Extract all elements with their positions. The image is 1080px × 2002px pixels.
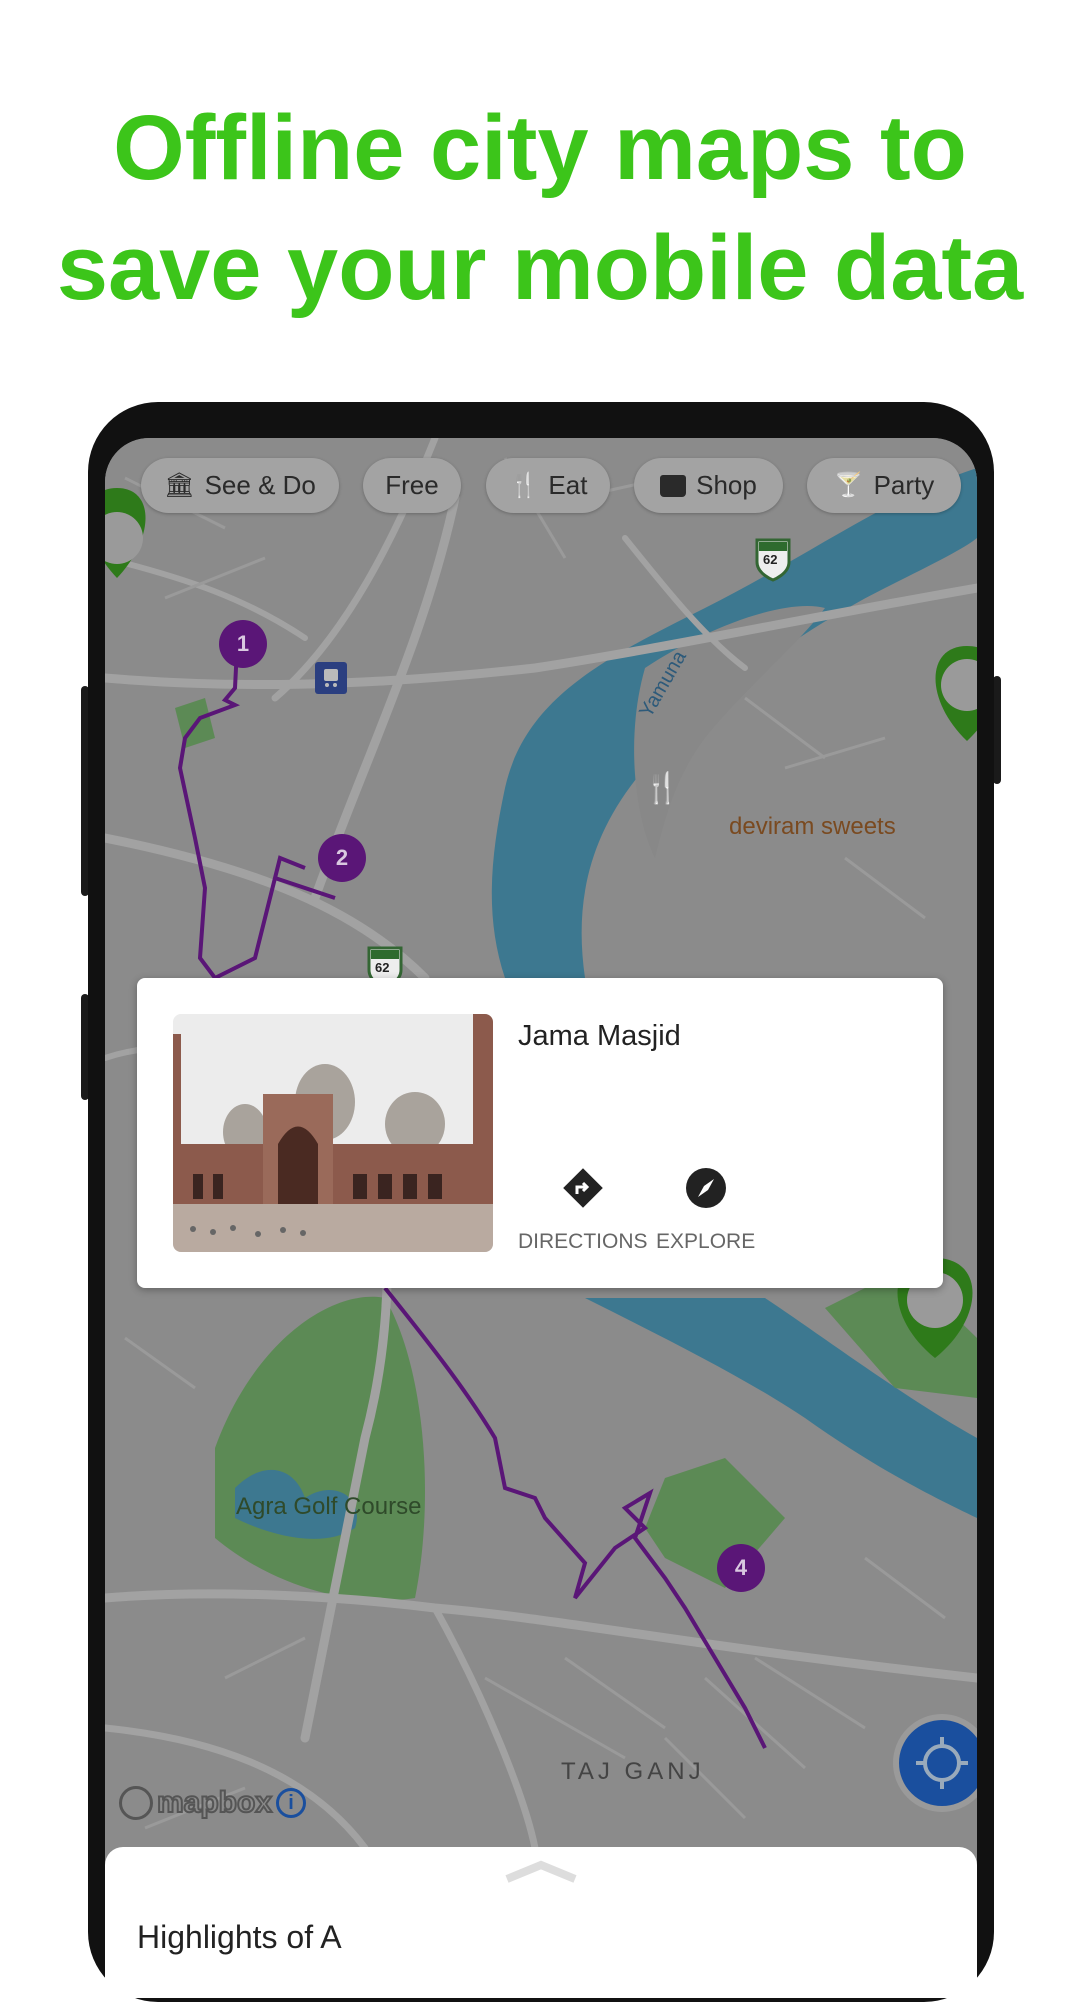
directions-button[interactable]: DIRECTIONS (518, 1166, 648, 1254)
mapbox-attribution[interactable]: mapbox i (119, 1785, 307, 1820)
category-label: Free (385, 470, 439, 500)
phone-screen: Yamuna 🍴 deviram sweets Agra Golf Course… (105, 438, 977, 1998)
cocktail-icon: 🍸 (833, 472, 864, 499)
bottom-sheet[interactable]: Highlights of A (105, 1847, 977, 1998)
directions-icon (562, 1168, 603, 1208)
sheet-title: Highlights of A (137, 1919, 342, 1955)
fork-knife-icon: 🍴 (643, 772, 681, 805)
highway-number: 62 (375, 960, 390, 975)
chevron-up-icon[interactable] (503, 1859, 579, 1883)
headline-line-1: Offline city maps to (113, 97, 967, 199)
directions-label: DIRECTIONS (518, 1230, 648, 1253)
route-marker[interactable]: 4 (717, 1544, 765, 1592)
category-eat[interactable]: 🍴 Eat (486, 458, 610, 513)
category-label: Party (873, 470, 935, 500)
train-station-icon (315, 662, 347, 694)
headline: Offline city maps to save your mobile da… (0, 88, 1080, 328)
museum-icon: 🏛 (164, 472, 195, 499)
place-photo (173, 1014, 493, 1252)
route-marker[interactable]: 2 (318, 834, 366, 882)
highway-number: 62 (763, 552, 778, 567)
category-see-do[interactable]: 🏛 See & Do (141, 458, 339, 513)
category-label: Eat (548, 470, 588, 500)
compass-location-icon (916, 1737, 968, 1789)
golf-course-label: Agra Golf Course (236, 1493, 422, 1520)
shopping-bag-icon (660, 474, 687, 497)
category-label: See & Do (204, 470, 316, 500)
route-marker[interactable]: 1 (219, 620, 267, 668)
district-label: TAJ GANJ (561, 1758, 705, 1785)
category-free[interactable]: Free (363, 458, 461, 513)
mapbox-logo-icon (119, 1786, 153, 1820)
place-card[interactable]: Jama Masjid DIRECTIONS EXPLORE (137, 978, 943, 1288)
category-label: Shop (696, 470, 757, 500)
category-party[interactable]: 🍸 Party (807, 458, 961, 513)
category-shop[interactable]: Shop (634, 458, 783, 513)
compass-icon (685, 1168, 726, 1208)
info-icon[interactable]: i (276, 1788, 307, 1818)
explore-label: EXPLORE (656, 1230, 756, 1253)
headline-line-2: save your mobile data (56, 217, 1024, 319)
mapbox-logo-text: mapbox (156, 1785, 273, 1820)
fork-knife-icon: 🍴 (508, 472, 539, 499)
place-title: Jama Masjid (518, 1020, 681, 1052)
power-button (993, 676, 1001, 784)
restaurant-label[interactable]: deviram sweets (729, 813, 896, 841)
explore-button[interactable]: EXPLORE (656, 1166, 755, 1254)
